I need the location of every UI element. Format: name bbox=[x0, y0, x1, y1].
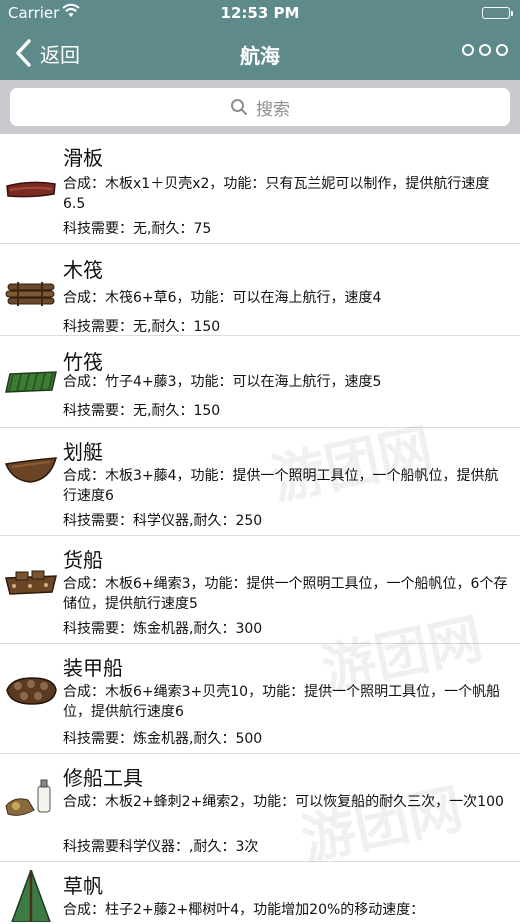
item-tech: 科技需要科学仪器：,耐久：3次 bbox=[63, 839, 259, 855]
thatch-sail-icon bbox=[11, 870, 51, 922]
item-tech: 科技需要：炼金机器,耐久：300 bbox=[63, 621, 263, 637]
item-description: 合成：木板6+绳索3，功能：提供一个照明工具位，一个船帆位，6个存储位，提供航行… bbox=[63, 576, 508, 612]
search-input[interactable]: 搜索 bbox=[10, 88, 510, 126]
item-description: 合成：竹子4+藤3，功能：可以在海上航行，速度5 bbox=[63, 374, 382, 390]
list-item[interactable]: 草帆 合成：柱子2+藤2+椰树叶4，功能增加20%的移动速度： bbox=[0, 862, 520, 922]
status-bar: Carrier 12:53 PM bbox=[0, 0, 520, 26]
item-name: 竹筏 bbox=[63, 350, 103, 374]
raft-board-icon bbox=[6, 181, 56, 198]
item-description: 合成：木板x1＋贝壳x2，功能：只有瓦兰妮可以制作，提供航行速度6.5 bbox=[63, 176, 490, 212]
more-dot-icon bbox=[496, 44, 508, 56]
item-tech: 科技需要：无,耐久：150 bbox=[63, 403, 221, 419]
item-description: 合成：柱子2+藤2+椰树叶4，功能增加20%的移动速度： bbox=[63, 902, 425, 918]
list-item[interactable]: 滑板 合成：木板x1＋贝壳x2，功能：只有瓦兰妮可以制作，提供航行速度6.5 科… bbox=[0, 136, 520, 244]
more-dot-icon bbox=[462, 44, 474, 56]
item-tech: 科技需要：无,耐久：75 bbox=[63, 221, 212, 237]
search-icon bbox=[231, 99, 247, 115]
rowboat-icon bbox=[4, 457, 58, 483]
battery-icon bbox=[482, 7, 513, 19]
more-dot-icon bbox=[479, 44, 491, 56]
list-item[interactable]: 划艇 合成：木板3+藤4，功能：提供一个照明工具位，一个船帆位，提供航行速度6 … bbox=[0, 428, 520, 536]
item-description: 合成：木板2+蜂刺2+绳索2，功能：可以恢复船的耐久三次，一次100 bbox=[63, 794, 504, 810]
item-description: 合成：木板3+藤4，功能：提供一个照明工具位，一个船帆位，提供航行速度6 bbox=[63, 468, 499, 504]
item-name: 装甲船 bbox=[63, 656, 123, 680]
clock: 12:53 PM bbox=[220, 4, 300, 22]
page-title: 航海 bbox=[240, 44, 280, 68]
list-item[interactable]: 修船工具 合成：木板2+蜂刺2+绳索2，功能：可以恢复船的耐久三次，一次100 … bbox=[0, 754, 520, 862]
item-description: 合成：木筏6+草6，功能：可以在海上航行，速度4 bbox=[63, 290, 382, 306]
more-button[interactable] bbox=[462, 44, 508, 56]
item-name: 货船 bbox=[63, 548, 103, 572]
list-item[interactable]: 木筏 合成：木筏6+草6，功能：可以在海上航行，速度4 科技需要：无,耐久：15… bbox=[0, 244, 520, 336]
item-tech: 科技需要：炼金机器,耐久：500 bbox=[63, 731, 263, 747]
armored-boat-icon bbox=[6, 677, 57, 705]
item-name: 木筏 bbox=[63, 258, 103, 282]
item-name: 修船工具 bbox=[63, 766, 143, 790]
cargo-boat-icon bbox=[5, 570, 57, 595]
item-name: 草帆 bbox=[63, 874, 103, 898]
log-raft-icon bbox=[5, 282, 55, 306]
item-list: 滑板 合成：木板x1＋贝壳x2，功能：只有瓦兰妮可以制作，提供航行速度6.5 科… bbox=[0, 136, 520, 922]
bamboo-raft-icon bbox=[5, 371, 57, 393]
list-item[interactable]: 竹筏 合成：竹子4+藤3，功能：可以在海上航行，速度5 科技需要：无,耐久：15… bbox=[0, 336, 520, 428]
item-name: 滑板 bbox=[63, 146, 103, 170]
search-placeholder: 搜索 bbox=[256, 99, 290, 120]
navigation-bar: 返回 航海 bbox=[0, 26, 520, 80]
list-item[interactable]: 装甲船 合成：木板6+绳索3+贝壳10，功能：提供一个照明工具位，一个帆船位，提… bbox=[0, 644, 520, 754]
item-description: 合成：木板6+绳索3+贝壳10，功能：提供一个照明工具位，一个帆船位，提供航行速… bbox=[63, 684, 501, 720]
item-tech: 科技需要：科学仪器,耐久：250 bbox=[63, 513, 263, 529]
item-tech: 科技需要：无,耐久：150 bbox=[63, 319, 221, 335]
list-item[interactable]: 货船 合成：木板6+绳索3，功能：提供一个照明工具位，一个船帆位，6个存储位，提… bbox=[0, 536, 520, 644]
item-name: 划艇 bbox=[63, 440, 103, 464]
search-bar-container: 搜索 bbox=[0, 80, 520, 134]
repair-kit-icon bbox=[5, 779, 51, 816]
